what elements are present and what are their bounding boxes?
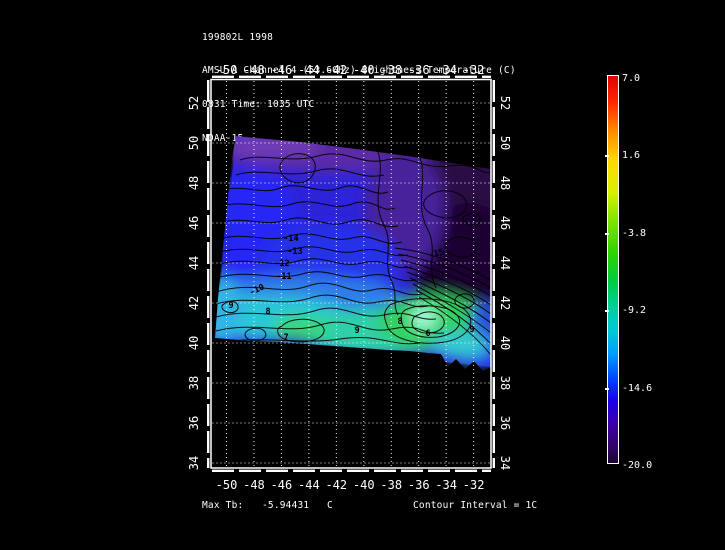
axis-label-top: -40	[353, 63, 375, 77]
contour-label: 9	[469, 325, 474, 335]
axis-label-bottom: -36	[408, 478, 430, 492]
axis-label-right: 52	[498, 96, 512, 110]
colorbar-tick-label: -9.2	[622, 305, 646, 317]
axis-label-bottom: -44	[298, 478, 320, 492]
contour-label: 7	[283, 333, 288, 343]
contour-interval-label: Contour Interval = 1C	[413, 500, 537, 511]
swath-fill	[190, 128, 533, 368]
axis-label-top: -32	[463, 63, 485, 77]
axis-label-right: 36	[498, 416, 512, 430]
temperature-field-blob	[430, 331, 490, 359]
contour-label: 8	[397, 317, 402, 327]
axis-label-left: 46	[187, 216, 201, 230]
max-tb-label: Max Tb:	[202, 500, 243, 511]
colorbar-tick-mark	[605, 233, 609, 235]
contour-label: 9	[228, 301, 233, 311]
axis-label-left: 50	[187, 136, 201, 150]
colorbar-tick-label: 1.6	[622, 150, 640, 162]
contour-label: -14	[283, 234, 298, 244]
axis-label-right: 40	[498, 336, 512, 350]
axis-label-bottom: -34	[435, 478, 457, 492]
axis-label-left: 42	[187, 296, 201, 310]
axis-label-top: -44	[298, 63, 320, 77]
axis-label-bottom: -50	[216, 478, 238, 492]
axis-label-top: -48	[243, 63, 265, 77]
axis-label-right: 44	[498, 256, 512, 270]
contour-label: -11	[276, 272, 291, 282]
contour-label: 9	[354, 326, 359, 336]
axis-label-bottom: -46	[271, 478, 293, 492]
axis-label-right: 50	[498, 136, 512, 150]
axis-label-left: 36	[187, 416, 201, 430]
max-tb-value: -5.94431	[262, 500, 309, 511]
max-tb-unit: C	[327, 500, 333, 511]
axis-label-left: 34	[187, 456, 201, 470]
colorbar-gradient	[607, 75, 619, 464]
contour-label: -12	[274, 259, 289, 269]
axis-label-left: 38	[187, 376, 201, 390]
axis-label-left: 48	[187, 176, 201, 190]
colorbar-tick-mark	[605, 155, 609, 157]
axis-label-top: -46	[271, 63, 293, 77]
colorbar-tick-label: -20.0	[622, 460, 652, 472]
axis-label-bottom: -38	[380, 478, 402, 492]
axis-label-right: 48	[498, 176, 512, 190]
axis-label-bottom: -48	[243, 478, 265, 492]
axis-label-bottom: -32	[463, 478, 485, 492]
axis-label-top: -34	[435, 63, 457, 77]
colorbar-tick-mark	[605, 388, 609, 390]
axis-label-bottom: -42	[325, 478, 347, 492]
axis-label-right: 46	[498, 216, 512, 230]
axis-label-left: 40	[187, 336, 201, 350]
axis-label-right: 42	[498, 296, 512, 310]
colorbar-tick-mark	[605, 310, 609, 312]
colorbar-tick-label: -3.8	[622, 228, 646, 240]
axis-label-left: 44	[187, 256, 201, 270]
screen: 199802L 1998 AMSU-A Channel 4 (53.6GHz) …	[0, 0, 725, 550]
axis-label-top: -38	[380, 63, 402, 77]
colorbar-tick-label: 7.0	[622, 73, 640, 85]
axis-label-right: 38	[498, 376, 512, 390]
contour-label: 6	[425, 329, 430, 339]
axis-label-right: 34	[498, 456, 512, 470]
axis-label-top: -50	[216, 63, 238, 77]
axis-label-top: -36	[408, 63, 430, 77]
contour-label: -13	[287, 247, 302, 257]
contour-label: 8	[265, 307, 270, 317]
colorbar-tick-label: -14.6	[622, 383, 652, 395]
axis-label-top: -42	[325, 63, 347, 77]
axis-label-left: 52	[187, 96, 201, 110]
axis-label-bottom: -40	[353, 478, 375, 492]
footer-status-line: Max Tb: -5.94431 C Contour Interval = 1C	[0, 500, 725, 514]
